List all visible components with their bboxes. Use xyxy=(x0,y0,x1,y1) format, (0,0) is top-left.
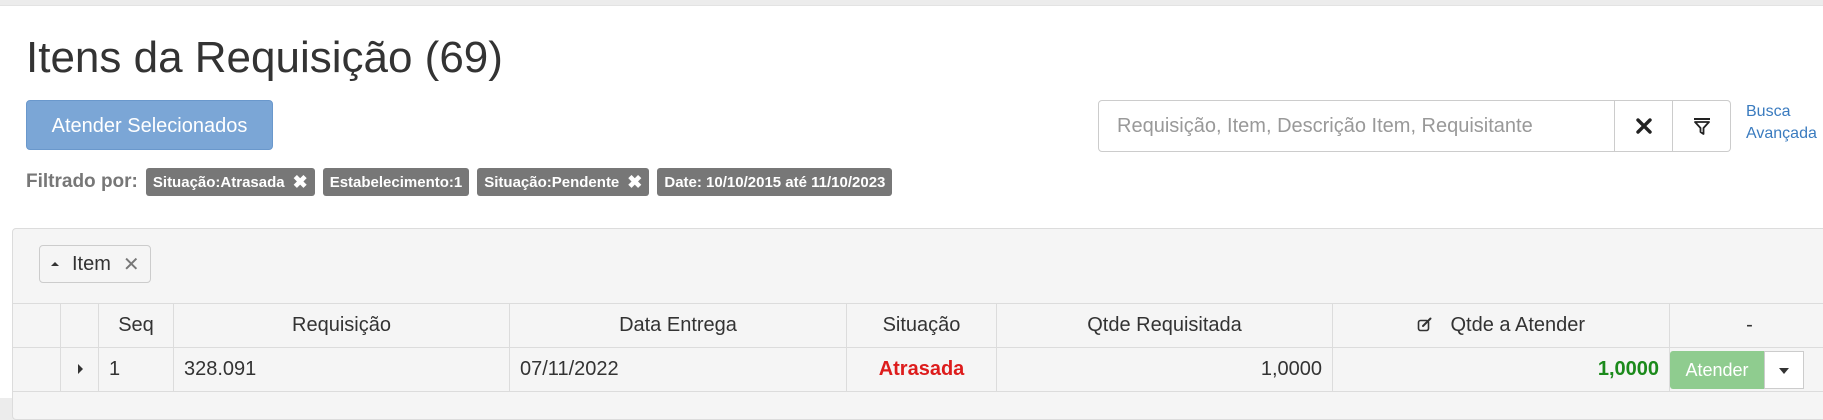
cell-actions: Atender xyxy=(1670,348,1823,392)
column-header-qtde-atender[interactable]: Qtde a Atender xyxy=(1333,304,1670,348)
advanced-search-line2: Avançada xyxy=(1746,123,1823,145)
search-input[interactable] xyxy=(1098,100,1615,152)
filter-chip-text: Estabelecimento:1 xyxy=(330,174,463,191)
filter-chip-date: Date: 10/10/2015 até 11/10/2023 xyxy=(657,168,892,196)
filter-chip-text: Date: 10/10/2015 até 11/10/2023 xyxy=(664,174,885,191)
atender-dropdown-button[interactable] xyxy=(1764,351,1804,389)
advanced-search-line1: Busca xyxy=(1746,101,1823,123)
table-row[interactable]: 1 328.091 07/11/2022 Atrasada 1,0000 1,0… xyxy=(13,348,1823,392)
filter-button[interactable] xyxy=(1673,100,1731,152)
filter-chip-situacao-atrasada: Situação:Atrasada ✖ xyxy=(146,168,315,196)
close-icon[interactable]: ✕ xyxy=(123,252,140,277)
expand-column-header xyxy=(61,304,99,348)
cell-qtde-atender[interactable]: 1,0000 xyxy=(1333,348,1670,392)
column-header-situacao[interactable]: Situação xyxy=(847,304,997,348)
cell-qtde-requisitada: 1,0000 xyxy=(997,348,1333,392)
active-filters: Filtrado por: Situação:Atrasada ✖ Estabe… xyxy=(26,167,900,197)
filter-chip-situacao-pendente: Situação:Pendente ✖ xyxy=(477,168,649,196)
close-icon[interactable]: ✖ xyxy=(627,173,642,191)
group-by-item-chip[interactable]: Item ✕ xyxy=(39,245,151,283)
items-table: Seq Requisição Data Entrega Situação Qtd… xyxy=(12,303,1823,392)
row-select-cell[interactable] xyxy=(13,348,61,392)
filter-chip-estabelecimento: Estabelecimento:1 xyxy=(323,168,470,196)
chevron-down-icon xyxy=(1778,367,1790,375)
search-group xyxy=(1098,100,1731,152)
close-icon[interactable]: ✖ xyxy=(293,173,308,191)
filter-chip-text: Situação:Pendente xyxy=(484,174,619,191)
funnel-icon xyxy=(1692,116,1712,136)
column-header-requisicao[interactable]: Requisição xyxy=(174,304,510,348)
expand-row-cell[interactable] xyxy=(61,348,99,392)
select-column-header xyxy=(13,304,61,348)
cell-data-entrega: 07/11/2022 xyxy=(510,348,847,392)
cell-seq: 1 xyxy=(99,348,174,392)
advanced-search-link[interactable]: Busca Avançada xyxy=(1746,101,1823,145)
column-header-qtde-requisitada[interactable]: Qtde Requisitada xyxy=(997,304,1333,348)
clear-search-button[interactable] xyxy=(1615,100,1673,152)
edit-icon xyxy=(1417,317,1433,333)
column-header-seq[interactable]: Seq xyxy=(99,304,174,348)
grid-panel: Item ✕ Seq Requisição Data Entrega Situa… xyxy=(12,228,1823,420)
column-header-qtde-atender-label: Qtde a Atender xyxy=(1451,314,1586,336)
atender-selecionados-button[interactable]: Atender Selecionados xyxy=(26,100,273,150)
filter-label: Filtrado por: xyxy=(26,171,138,193)
cell-situacao: Atrasada xyxy=(847,348,997,392)
atender-button[interactable]: Atender xyxy=(1670,351,1764,389)
page-title: Itens da Requisição (69) xyxy=(26,32,503,84)
group-by-label: Item xyxy=(72,253,111,276)
column-header-actions: - xyxy=(1670,304,1823,348)
sort-ascending-icon[interactable] xyxy=(50,259,60,269)
table-header-row: Seq Requisição Data Entrega Situação Qtd… xyxy=(13,304,1823,348)
filter-chip-text: Situação:Atrasada xyxy=(153,174,285,191)
cell-requisicao: 328.091 xyxy=(174,348,510,392)
close-icon xyxy=(1635,117,1653,135)
column-header-data-entrega[interactable]: Data Entrega xyxy=(510,304,847,348)
caret-right-icon[interactable] xyxy=(75,363,85,375)
